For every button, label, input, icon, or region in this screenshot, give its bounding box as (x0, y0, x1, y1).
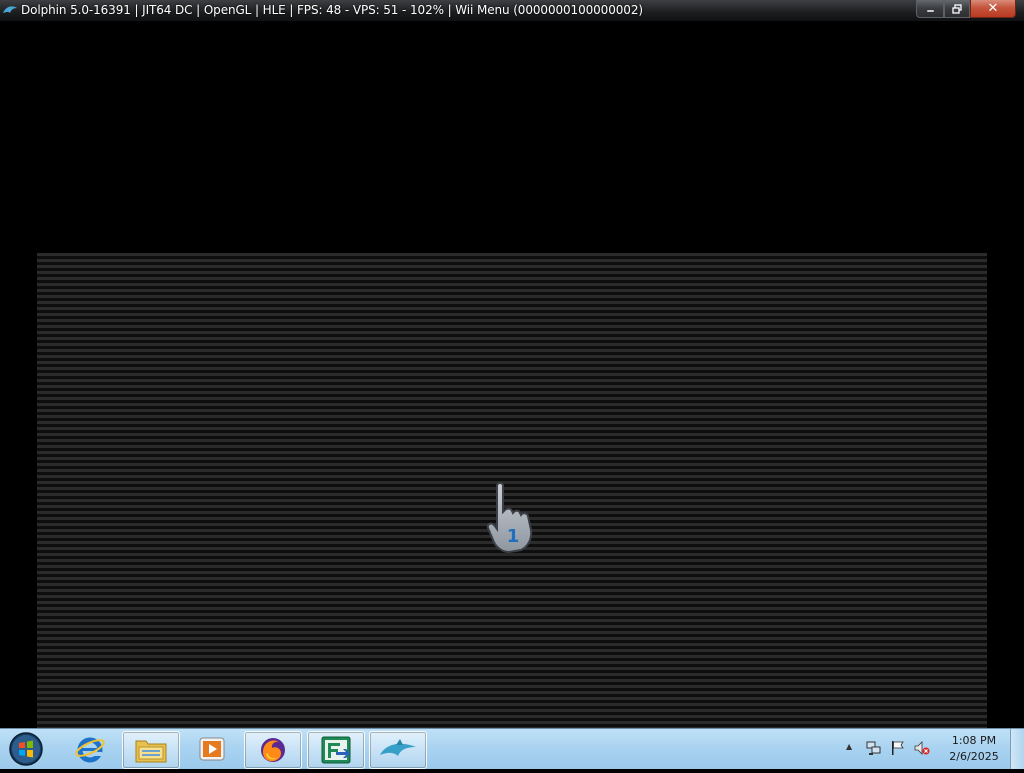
volume-muted-icon[interactable] (914, 740, 930, 756)
ie-icon (75, 737, 105, 763)
dolphin-icon (380, 739, 416, 756)
player-number: 1 (507, 526, 520, 547)
clock-time: 1:08 PM (951, 734, 997, 747)
taskbar-file-explorer[interactable] (122, 731, 180, 769)
dolphin-app-icon (3, 6, 17, 13)
taskbar: ▲ 1:08 PM 2/6/2025 (0, 728, 1024, 769)
f-app-icon (321, 736, 351, 764)
system-clock[interactable]: 1:08 PM 2/6/2025 (930, 733, 1018, 765)
minimize-button[interactable] (916, 0, 944, 18)
restore-button[interactable] (944, 0, 970, 18)
windows-start-orb-icon (9, 732, 43, 766)
window-title: Dolphin 5.0-16391 | JIT64 DC | OpenGL | … (21, 3, 643, 17)
title-bar[interactable]: Dolphin 5.0-16391 | JIT64 DC | OpenGL | … (0, 0, 1024, 22)
taskbar-app-f[interactable] (307, 731, 365, 769)
clock-date: 2/6/2025 (949, 750, 999, 763)
minimize-icon (926, 9, 934, 13)
close-icon: ✕ (987, 1, 999, 16)
media-player-icon (199, 737, 225, 761)
taskbar-media-player[interactable] (184, 731, 240, 767)
folder-icon (135, 740, 167, 763)
firefox-icon (261, 738, 285, 762)
network-icon[interactable] (866, 740, 882, 756)
close-button[interactable]: ✕ (970, 0, 1016, 18)
taskbar-firefox[interactable] (244, 731, 302, 769)
taskbar-dolphin[interactable] (369, 731, 427, 769)
window-controls: ✕ (916, 0, 1016, 18)
show-desktop-button[interactable] (1010, 729, 1024, 769)
action-center-flag-icon[interactable] (890, 740, 906, 756)
start-button[interactable] (3, 729, 49, 769)
tray-chevron-icon[interactable]: ▲ (846, 742, 852, 751)
wii-pointer-hand-icon: 1 (486, 482, 533, 554)
restore-icon (952, 3, 962, 14)
taskbar-internet-explorer[interactable] (62, 731, 118, 767)
